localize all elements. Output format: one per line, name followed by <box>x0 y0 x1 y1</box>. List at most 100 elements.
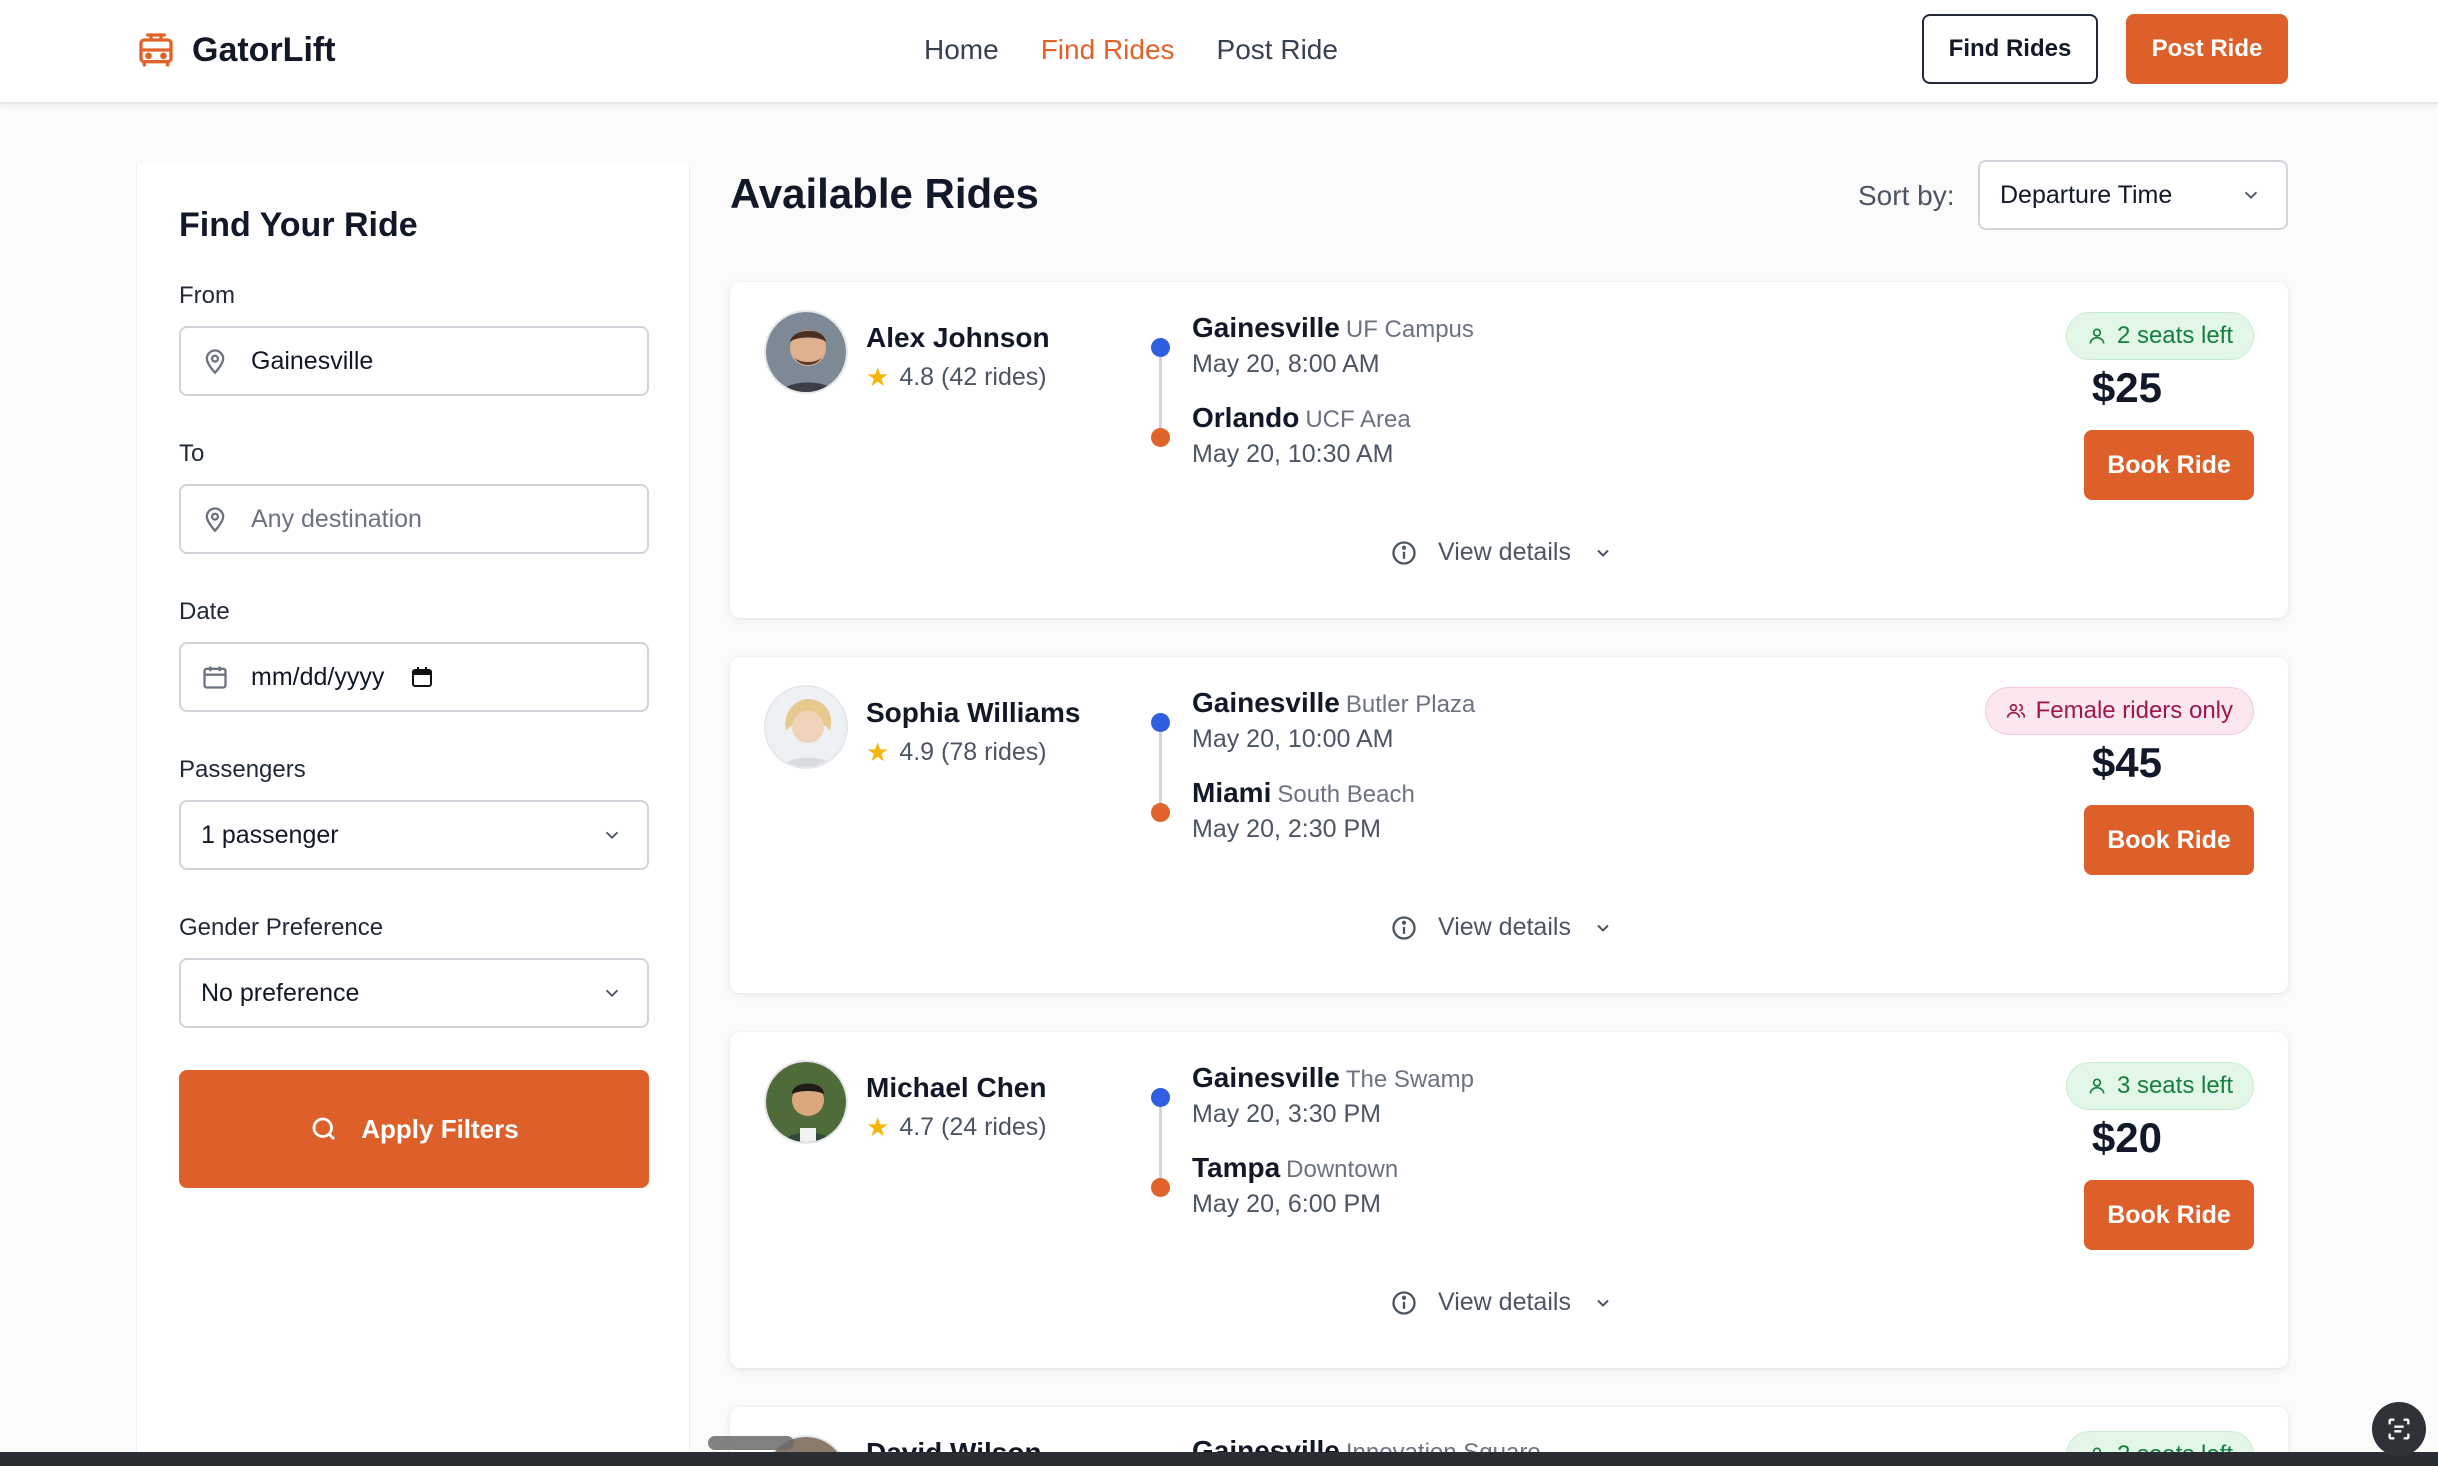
origin-location: Gainesville The Swamp <box>1192 1062 1474 1094</box>
book-ride-button[interactable]: Book Ride <box>2084 1180 2254 1250</box>
info-icon <box>1392 915 1416 940</box>
gender-label: Gender Preference <box>179 914 384 941</box>
origin-city: Gainesville <box>1192 312 1340 343</box>
passengers-value: 1 passenger <box>201 820 339 849</box>
sort-value: Departure Time <box>2000 180 2173 209</box>
map-pin-icon <box>205 507 225 533</box>
badge-text: 3 seats left <box>2116 1072 2233 1099</box>
to-placeholder: Any destination <box>251 504 422 533</box>
from-label: From <box>179 282 235 309</box>
avatar <box>764 1060 848 1144</box>
departure-time: May 20, 3:30 PM <box>1192 1100 1381 1128</box>
driver-name: Alex Johnson <box>866 322 1050 353</box>
calendar-picker-icon[interactable] <box>410 665 434 689</box>
driver-name: Michael Chen <box>866 1072 1047 1103</box>
view-details-toggle[interactable]: View details <box>1390 538 1613 567</box>
origin-area: The Swamp <box>1345 1066 1474 1093</box>
user-icon <box>2089 328 2105 344</box>
ride-price: $20 <box>2091 1114 2162 1161</box>
user-icon <box>2089 1078 2105 1094</box>
from-value: Gainesville <box>251 346 374 375</box>
passengers-select[interactable]: 1 passenger <box>179 800 649 870</box>
search-icon <box>312 1117 336 1140</box>
destination-dot <box>1151 1178 1170 1197</box>
apply-filters-label: Apply Filters <box>361 1113 519 1144</box>
star-icon: ★ <box>866 737 890 767</box>
destination-location: Tampa Downtown <box>1192 1152 1398 1184</box>
driver-name: Sophia Williams <box>866 697 1081 728</box>
sort-label: Sort by: <box>1858 180 1955 211</box>
ride-card: Sophia Williams ★ 4.9 (78 rides) Gainesvi… <box>730 657 2288 993</box>
to-input[interactable]: Any destination <box>179 484 649 554</box>
car-icon <box>139 33 173 67</box>
seats-badge: 2 seats left <box>2065 312 2254 360</box>
chevron-down-icon <box>605 989 619 998</box>
rating-text: 4.8 (42 rides) <box>899 363 1047 391</box>
to-label: To <box>179 440 205 467</box>
origin-city: Gainesville <box>1192 687 1340 718</box>
origin-dot <box>1151 713 1170 732</box>
scroll-indicator[interactable] <box>708 1436 794 1450</box>
star-icon: ★ <box>866 1112 890 1142</box>
filter-sidebar: Find Your Ride From Gainesville To Any d… <box>136 164 690 1466</box>
driver-rating: ★ 4.8 (42 rides) <box>866 362 1047 393</box>
nav-home[interactable]: Home <box>924 28 999 72</box>
book-ride-button[interactable]: Book Ride <box>2084 805 2254 875</box>
post-ride-button[interactable]: Post Ride <box>2126 14 2288 84</box>
destination-city: Tampa <box>1192 1152 1281 1183</box>
chevron-down-icon <box>1597 924 1609 932</box>
find-rides-button[interactable]: Find Rides <box>1922 14 2098 84</box>
destination-dot <box>1151 428 1170 447</box>
screenshot-tool-icon[interactable] <box>2372 1402 2426 1456</box>
map-pin-icon <box>205 349 225 375</box>
passengers-label: Passengers <box>179 756 306 783</box>
destination-dot <box>1151 803 1170 822</box>
book-ride-button[interactable]: Book Ride <box>2084 430 2254 500</box>
date-input[interactable]: mm/dd/yyyy <box>179 642 649 712</box>
origin-area: Butler Plaza <box>1345 691 1476 718</box>
gender-select[interactable]: No preference <box>179 958 649 1028</box>
main-nav: Home Find Rides Post Ride <box>924 28 1380 72</box>
origin-location: Gainesville UF Campus <box>1192 312 1474 344</box>
sort-select[interactable]: Departure Time <box>1978 160 2288 230</box>
nav-find-rides[interactable]: Find Rides <box>1041 28 1175 72</box>
view-details-label: View details <box>1438 538 1571 566</box>
departure-time: May 20, 8:00 AM <box>1192 350 1380 378</box>
info-icon <box>1392 540 1416 565</box>
ride-price: $45 <box>2091 739 2162 786</box>
ride-card: Alex Johnson ★ 4.8 (42 rides) Gainesville… <box>730 282 2288 618</box>
date-placeholder: mm/dd/yyyy <box>251 662 385 691</box>
chevron-down-icon <box>605 831 619 840</box>
view-details-toggle[interactable]: View details <box>1390 1288 1613 1317</box>
origin-city: Gainesville <box>1192 1062 1340 1093</box>
users-icon <box>2006 703 2025 718</box>
badge-text: 2 seats left <box>2116 322 2233 349</box>
arrival-time: May 20, 10:30 AM <box>1192 440 1394 468</box>
apply-filters-button[interactable]: Apply Filters <box>179 1070 649 1188</box>
destination-city: Orlando <box>1192 402 1300 433</box>
destination-location: Orlando UCF Area <box>1192 402 1411 434</box>
chevron-down-icon <box>1597 1299 1609 1307</box>
top-navbar: GatorLift Home Find Rides Post Ride Find… <box>0 0 2438 104</box>
brand-logo[interactable]: GatorLift <box>136 24 336 76</box>
view-details-label: View details <box>1438 913 1571 941</box>
date-label: Date <box>179 598 230 625</box>
from-input[interactable]: Gainesville <box>179 326 649 396</box>
view-details-toggle[interactable]: View details <box>1390 913 1613 942</box>
seats-badge: 3 seats left <box>2065 1062 2254 1110</box>
view-details-label: View details <box>1438 1288 1571 1316</box>
calendar-icon <box>203 666 227 689</box>
chevron-down-icon <box>1597 549 1609 557</box>
rating-text: 4.7 (24 rides) <box>899 1113 1047 1141</box>
nav-post-ride[interactable]: Post Ride <box>1217 28 1338 72</box>
origin-dot <box>1151 1088 1170 1107</box>
driver-rating: ★ 4.9 (78 rides) <box>866 737 1047 768</box>
page-title: Available Rides <box>730 170 1039 217</box>
chevron-down-icon <box>2244 191 2258 200</box>
arrival-time: May 20, 2:30 PM <box>1192 815 1381 843</box>
info-icon <box>1392 1290 1416 1315</box>
avatar <box>764 310 848 394</box>
rating-text: 4.9 (78 rides) <box>899 738 1047 766</box>
avatar <box>764 685 848 769</box>
origin-area: UF Campus <box>1345 316 1474 343</box>
